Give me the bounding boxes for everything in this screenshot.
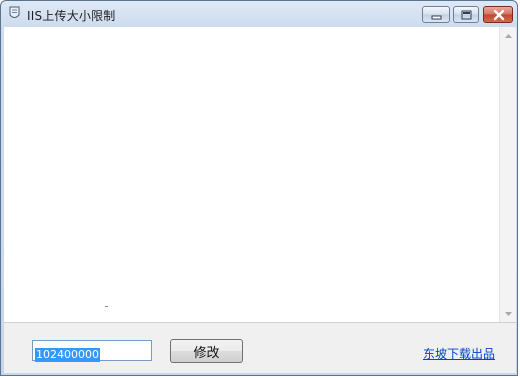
app-icon <box>8 6 21 21</box>
client-area: 102400000 修改 东坡下载出品 <box>4 27 516 373</box>
minimize-icon <box>431 15 442 20</box>
size-limit-input[interactable]: 102400000 <box>32 340 152 362</box>
close-icon <box>493 9 505 21</box>
text-caret-mark <box>105 306 108 307</box>
main-window: IIS上传大小限制 102400000 修改 东坡下载出品 <box>0 0 518 376</box>
credit-link[interactable]: 东坡下载出品 <box>423 345 495 362</box>
scroll-down-arrow-icon[interactable] <box>500 305 516 322</box>
scroll-up-arrow-icon[interactable] <box>500 27 516 44</box>
modify-button[interactable]: 修改 <box>170 339 243 363</box>
vertical-scrollbar[interactable] <box>499 27 516 322</box>
size-limit-value: 102400000 <box>35 348 100 362</box>
close-button[interactable] <box>483 6 513 23</box>
log-textarea[interactable] <box>4 27 516 323</box>
maximize-icon <box>461 10 472 20</box>
title-bar[interactable]: IIS上传大小限制 <box>1 1 517 27</box>
minimize-button[interactable] <box>422 6 450 23</box>
window-title: IIS上传大小限制 <box>27 9 116 23</box>
maximize-button[interactable] <box>453 6 479 23</box>
